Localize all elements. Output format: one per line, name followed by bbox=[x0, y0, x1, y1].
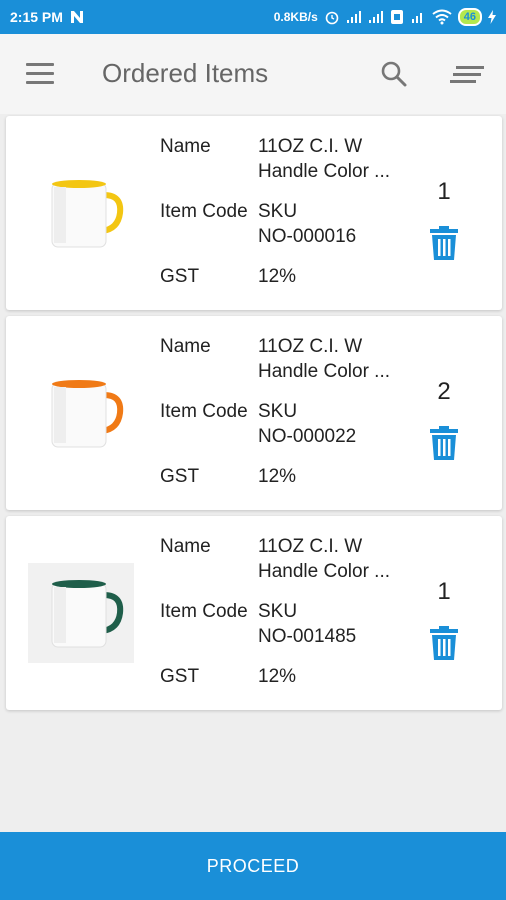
item-code: SKU NO-000022 bbox=[258, 399, 388, 449]
quantity: 2 bbox=[437, 378, 451, 405]
status-time: 2:15 PM bbox=[10, 9, 63, 25]
menu-icon[interactable] bbox=[26, 63, 54, 85]
item-code-line1: SKU bbox=[258, 401, 298, 422]
wifi-icon bbox=[432, 9, 452, 25]
item-name-line2: Handle Color ... bbox=[258, 361, 391, 382]
item-code: SKU NO-000016 bbox=[258, 199, 388, 249]
item-name: 11OZ C.I. W Handle Color ... bbox=[258, 534, 391, 584]
item-code: SKU NO-001485 bbox=[258, 599, 388, 649]
gst-label: GST bbox=[160, 666, 200, 687]
alarm-icon bbox=[325, 11, 339, 25]
mug-icon bbox=[51, 380, 124, 448]
signal-icon bbox=[346, 11, 361, 23]
status-bar: 2:15 PM 0.8KB/s 46 bbox=[0, 0, 506, 34]
charging-icon bbox=[488, 10, 496, 24]
mug-icon bbox=[51, 580, 124, 648]
4g-icon bbox=[411, 13, 422, 23]
item-name: 11OZ C.I. W Handle Color ... bbox=[258, 334, 391, 384]
item-name-line1: 11OZ C.I. W bbox=[258, 136, 363, 157]
network-speed: 0.8KB/s bbox=[273, 10, 318, 24]
item-code-line2: NO-001485 bbox=[258, 626, 357, 647]
battery-level: 46 bbox=[463, 11, 476, 23]
gst-label: GST bbox=[160, 266, 200, 287]
gst-value: 12% bbox=[258, 666, 297, 687]
item-name-line2: Handle Color ... bbox=[258, 561, 391, 582]
order-item-card[interactable]: Name 11OZ C.I. W Handle Color ... Item C… bbox=[6, 116, 502, 310]
item-code-label: Item Code bbox=[160, 201, 248, 222]
notification-n-icon bbox=[70, 11, 83, 23]
item-name: 11OZ C.I. W Handle Color ... bbox=[258, 134, 391, 184]
trash-icon[interactable] bbox=[429, 626, 459, 660]
mug-icon bbox=[51, 180, 124, 248]
trash-icon[interactable] bbox=[429, 226, 459, 260]
product-image bbox=[28, 363, 134, 463]
status-right: 0.8KB/s 46 bbox=[274, 8, 496, 26]
trash-icon[interactable] bbox=[429, 426, 459, 460]
product-image bbox=[28, 563, 134, 663]
order-item-card[interactable]: Name 11OZ C.I. W Handle Color ... Item C… bbox=[6, 516, 502, 710]
item-name-line1: 11OZ C.I. W bbox=[258, 336, 363, 357]
gst-value: 12% bbox=[258, 466, 297, 487]
quantity: 1 bbox=[437, 578, 451, 605]
search-icon[interactable] bbox=[380, 60, 408, 88]
item-name-line1: 11OZ C.I. W bbox=[258, 536, 363, 557]
product-image bbox=[28, 163, 134, 263]
name-label: Name bbox=[160, 536, 211, 557]
sort-icon[interactable] bbox=[450, 64, 484, 86]
quantity: 1 bbox=[437, 178, 451, 205]
page-title: Ordered Items bbox=[102, 58, 269, 88]
item-code-line1: SKU bbox=[258, 201, 298, 222]
name-label: Name bbox=[160, 136, 211, 157]
item-code-line1: SKU bbox=[258, 601, 298, 622]
signal-icon bbox=[368, 11, 383, 23]
gst-value: 12% bbox=[258, 266, 297, 287]
item-code-label: Item Code bbox=[160, 401, 248, 422]
item-code-line2: NO-000022 bbox=[258, 426, 357, 447]
item-code-line2: NO-000016 bbox=[258, 226, 357, 247]
battery-icon: 46 bbox=[457, 8, 482, 26]
item-name-line2: Handle Color ... bbox=[258, 161, 391, 182]
gst-label: GST bbox=[160, 466, 200, 487]
sim-icon bbox=[390, 10, 403, 24]
item-code-label: Item Code bbox=[160, 601, 248, 622]
proceed-button[interactable]: PROCEED bbox=[0, 832, 506, 900]
status-left: 2:15 PM bbox=[10, 9, 85, 25]
order-item-card[interactable]: Name 11OZ C.I. W Handle Color ... Item C… bbox=[6, 316, 502, 510]
name-label: Name bbox=[160, 336, 211, 357]
app-bar: Ordered Items bbox=[0, 34, 506, 114]
